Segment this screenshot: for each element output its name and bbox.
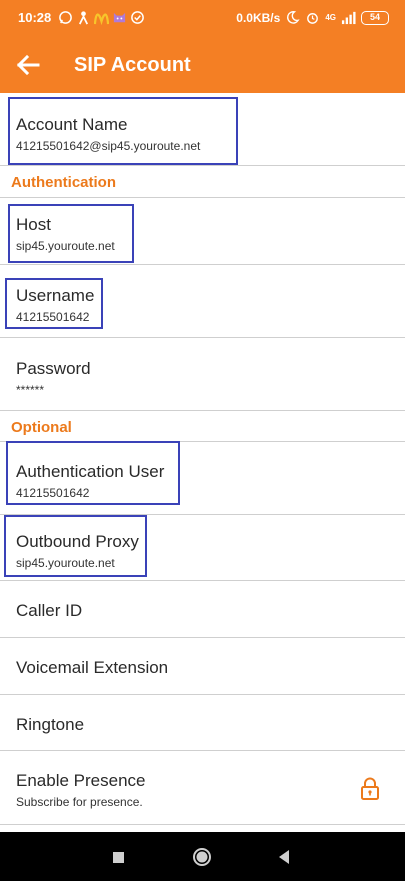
account-name-value: 41215501642@sip45.youroute.net (16, 139, 201, 153)
account-name-row[interactable]: Account Name 41215501642@sip45.youroute.… (0, 93, 405, 166)
outbound-proxy-row[interactable]: Outbound Proxy sip45.youroute.net (0, 515, 405, 581)
caller-id-label: Caller ID (16, 601, 83, 620)
voicemail-extension-label: Voicemail Extension (16, 658, 169, 677)
host-row[interactable]: Host sip45.youroute.net (0, 198, 405, 265)
cat-icon (113, 12, 126, 23)
page-title: SIP Account (74, 54, 191, 76)
outbound-proxy-label: Outbound Proxy (16, 532, 139, 551)
status-bar: 10:28 0.0KB/s 4G 54 (0, 0, 405, 36)
section-optional: Optional (0, 411, 405, 442)
enable-presence-row[interactable]: Enable Presence Subscribe for presence. (0, 751, 405, 825)
username-label: Username (16, 286, 95, 305)
authentication-user-value: 41215501642 (16, 486, 90, 500)
voicemail-extension-row[interactable]: Voicemail Extension (0, 638, 405, 695)
host-value: sip45.youroute.net (16, 239, 115, 253)
circle-icon[interactable] (191, 846, 213, 868)
check-circle-icon (131, 11, 144, 24)
network-type: 4G (325, 13, 336, 22)
lock-icon[interactable] (359, 777, 381, 801)
enable-presence-label: Enable Presence (16, 771, 146, 790)
account-name-label: Account Name (16, 115, 128, 134)
arrow-left-icon[interactable] (14, 51, 42, 79)
password-label: Password (16, 359, 91, 378)
moon-icon (287, 11, 300, 24)
authentication-user-row[interactable]: Authentication User 41215501642 (0, 442, 405, 515)
password-value: ****** (16, 383, 45, 397)
person-icon (78, 11, 89, 25)
alarm-icon (307, 13, 319, 24)
section-authentication: Authentication (0, 166, 405, 198)
notification-icons (58, 10, 145, 25)
username-row[interactable]: Username 41215501642 (0, 265, 405, 338)
ringtone-row[interactable]: Ringtone (0, 695, 405, 751)
outbound-proxy-value: sip45.youroute.net (16, 556, 115, 570)
enable-presence-value: Subscribe for presence. (16, 795, 143, 809)
whatsapp-icon (59, 11, 72, 24)
password-row[interactable]: Password ****** (0, 338, 405, 411)
signal-icon (341, 11, 356, 25)
ringtone-label: Ringtone (16, 715, 85, 734)
status-right-group: 0.0KB/s 4G 54 (236, 10, 389, 25)
square-icon[interactable] (107, 846, 129, 868)
username-value: 41215501642 (16, 310, 90, 324)
mcdonalds-icon (94, 13, 109, 25)
settings-list: Account Name 41215501642@sip45.youroute.… (0, 93, 405, 825)
battery-indicator: 54 (361, 10, 389, 25)
triangle-back-icon[interactable] (273, 846, 295, 868)
caller-id-row[interactable]: Caller ID (0, 581, 405, 638)
system-nav-bar (0, 832, 405, 881)
authentication-user-label: Authentication User (16, 462, 165, 481)
network-speed: 0.0KB/s (236, 10, 281, 25)
status-time: 10:28 (18, 10, 52, 25)
host-label: Host (16, 215, 51, 234)
app-bar: SIP Account (0, 36, 405, 93)
